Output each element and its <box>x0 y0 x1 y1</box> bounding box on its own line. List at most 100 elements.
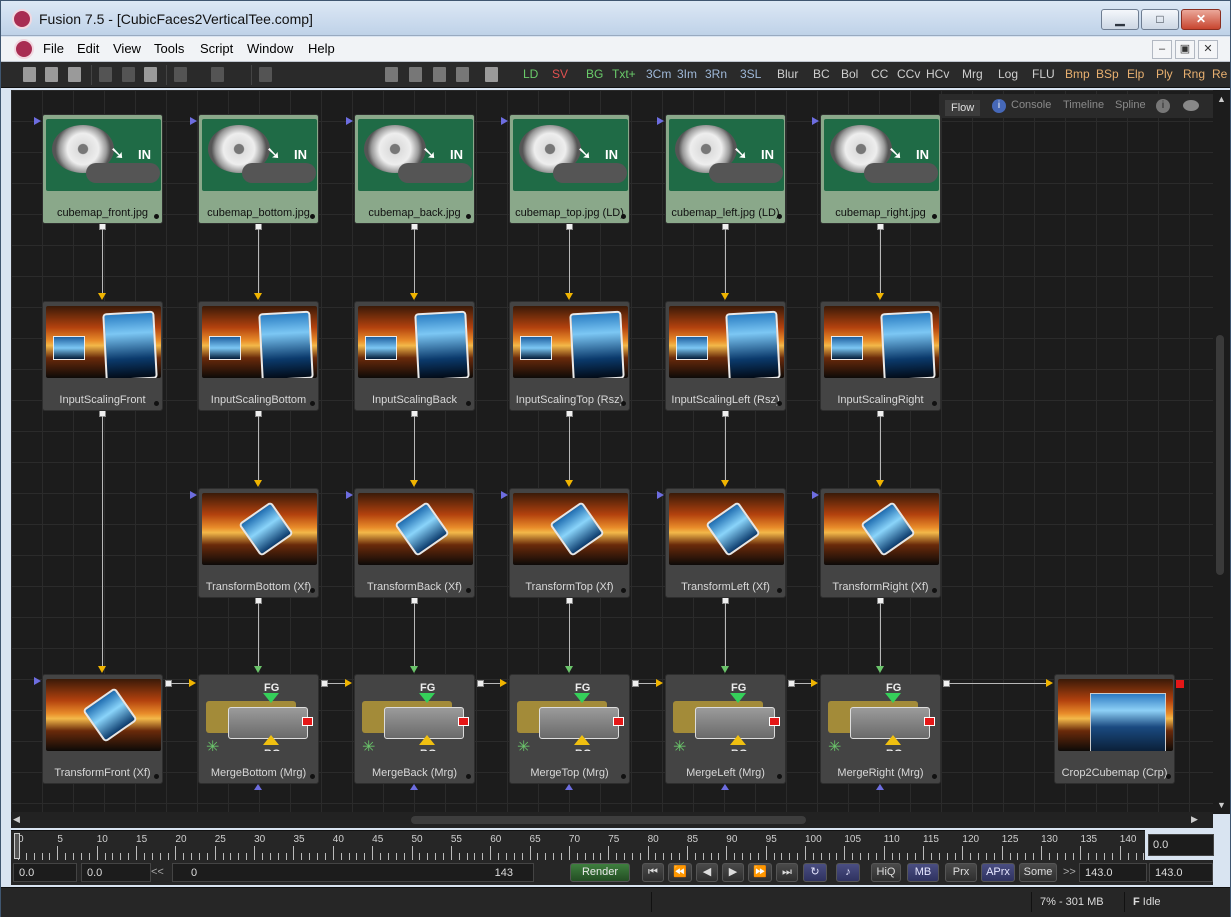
vertical-scrollbar[interactable]: ▲ ▼ <box>1213 90 1230 814</box>
input-arrow[interactable] <box>410 293 418 300</box>
loader-node[interactable]: ➘ IN cubemap_left.jpg (LD) <box>665 114 786 224</box>
input-pin[interactable] <box>346 491 353 499</box>
output-flag-icon[interactable] <box>1176 680 1184 688</box>
input-arrow[interactable] <box>254 293 262 300</box>
bg-input-icon[interactable] <box>419 735 435 745</box>
tool-button-bc[interactable]: BC <box>813 67 830 81</box>
scroll-left-icon[interactable]: ◀ <box>13 814 20 825</box>
mask-input-pin[interactable] <box>565 784 573 790</box>
bg-arrow[interactable] <box>500 679 507 687</box>
transform-node[interactable]: TransformFront (Xf) <box>42 674 163 784</box>
node-view-dot[interactable] <box>621 401 626 406</box>
tab-console[interactable]: Console <box>1011 99 1051 111</box>
bg-arrow[interactable] <box>656 679 663 687</box>
crop-node[interactable]: Crop2Cubemap (Crp) <box>1054 674 1175 784</box>
scaler-node[interactable]: InputScalingFront <box>42 301 163 411</box>
input-pin[interactable] <box>657 117 664 125</box>
input-arrow[interactable] <box>98 666 106 673</box>
comment-icon[interactable] <box>1183 100 1199 111</box>
tool-button-sv[interactable]: SV <box>552 67 568 81</box>
scaler-node[interactable]: InputScalingRight <box>820 301 941 411</box>
menu-edit[interactable]: Edit <box>77 41 99 56</box>
audio-icon[interactable]: ♪ <box>836 863 860 882</box>
goto-start-icon[interactable]: ⏮ <box>642 863 664 882</box>
layout-single-icon[interactable] <box>385 67 398 82</box>
merge-node[interactable]: FGBG✳MergeBack (Mrg) <box>354 674 475 784</box>
new-icon[interactable] <box>23 67 36 82</box>
playhead[interactable] <box>14 833 20 859</box>
tool-button-3rn[interactable]: 3Rn <box>705 67 727 81</box>
bg-input-icon[interactable] <box>885 735 901 745</box>
menu-view[interactable]: View <box>113 41 141 56</box>
transform-node[interactable]: TransformBottom (Xf) <box>198 488 319 598</box>
play-icon[interactable]: ▶ <box>722 863 744 882</box>
close-button[interactable]: ✕ <box>1181 9 1221 30</box>
goto-end-icon[interactable]: ⏭ <box>776 863 798 882</box>
scaler-node[interactable]: InputScalingBack <box>354 301 475 411</box>
horizontal-scroll-thumb[interactable] <box>411 816 806 824</box>
tool-button-log[interactable]: Log <box>998 67 1018 81</box>
node-view-dot[interactable] <box>310 774 315 779</box>
bg-arrow[interactable] <box>189 679 196 687</box>
input-pin[interactable] <box>34 117 41 125</box>
fast-forward-label[interactable]: >> <box>1063 866 1076 878</box>
tool-button-mrg[interactable]: Mrg <box>962 67 983 81</box>
bg-arrow[interactable] <box>811 679 818 687</box>
fusion-menu-icon[interactable] <box>14 39 34 59</box>
node-view-dot[interactable] <box>777 401 782 406</box>
tool-button-bol[interactable]: Bol <box>841 67 858 81</box>
fg-arrow[interactable] <box>410 666 418 673</box>
input-arrow[interactable] <box>254 480 262 487</box>
input-pin[interactable] <box>34 677 41 685</box>
fg-input-icon[interactable] <box>574 693 590 703</box>
scaler-node[interactable]: InputScalingLeft (Rsz) <box>665 301 786 411</box>
fg-arrow[interactable] <box>876 666 884 673</box>
node-view-dot[interactable] <box>310 588 315 593</box>
tool-button-bg[interactable]: BG <box>586 67 603 81</box>
range-slider[interactable]: 0 143 <box>172 863 534 882</box>
vertical-scroll-thumb[interactable] <box>1216 335 1224 575</box>
hiq-button[interactable]: HiQ <box>871 863 901 882</box>
tool-button-re[interactable]: Re <box>1212 67 1227 81</box>
transform-node[interactable]: TransformBack (Xf) <box>354 488 475 598</box>
fg-input-icon[interactable] <box>263 693 279 703</box>
mask-input-pin[interactable] <box>876 784 884 790</box>
node-view-dot[interactable] <box>154 214 159 219</box>
render-button[interactable]: Render <box>570 863 630 882</box>
tool-button-blur[interactable]: Blur <box>777 67 798 81</box>
tool-button-elp[interactable]: Elp <box>1127 67 1144 81</box>
tool-button-hcv[interactable]: HCv <box>926 67 949 81</box>
input-arrow[interactable] <box>410 480 418 487</box>
fullscreen-icon[interactable] <box>485 67 498 82</box>
node-view-dot[interactable] <box>466 401 471 406</box>
mask-input-pin[interactable] <box>254 784 262 790</box>
tool-button-ld[interactable]: LD <box>523 67 538 81</box>
play-reverse-icon[interactable]: ◀ <box>696 863 718 882</box>
copy-icon[interactable] <box>122 67 135 82</box>
node-view-dot[interactable] <box>154 401 159 406</box>
tool-button-cc[interactable]: CC <box>871 67 888 81</box>
input-pin[interactable] <box>190 491 197 499</box>
node-view-dot[interactable] <box>932 214 937 219</box>
tool-button-3im[interactable]: 3Im <box>677 67 697 81</box>
mdi-close-button[interactable]: ✕ <box>1198 40 1218 59</box>
loader-node[interactable]: ➘ IN cubemap_front.jpg <box>42 114 163 224</box>
node-view-dot[interactable] <box>777 214 782 219</box>
input-arrow[interactable] <box>1046 679 1053 687</box>
step-back-icon[interactable]: ⏪ <box>668 863 692 882</box>
transform-node[interactable]: TransformLeft (Xf) <box>665 488 786 598</box>
mdi-minimize-button[interactable]: – <box>1152 40 1172 59</box>
fg-input-icon[interactable] <box>419 693 435 703</box>
scroll-down-icon[interactable]: ▼ <box>1217 800 1226 810</box>
node-view-dot[interactable] <box>621 588 626 593</box>
tool-button-rng[interactable]: Rng <box>1183 67 1205 81</box>
node-view-dot[interactable] <box>310 214 315 219</box>
node-view-dot[interactable] <box>621 214 626 219</box>
input-arrow[interactable] <box>565 293 573 300</box>
node-view-dot[interactable] <box>932 401 937 406</box>
tab-spline[interactable]: Spline <box>1115 99 1146 111</box>
open-icon[interactable] <box>45 67 58 82</box>
horizontal-scrollbar[interactable]: ◀ ▶ <box>11 812 1213 828</box>
render-end-field[interactable]: 143.0 <box>1079 863 1147 882</box>
scroll-up-icon[interactable]: ▲ <box>1217 94 1226 104</box>
